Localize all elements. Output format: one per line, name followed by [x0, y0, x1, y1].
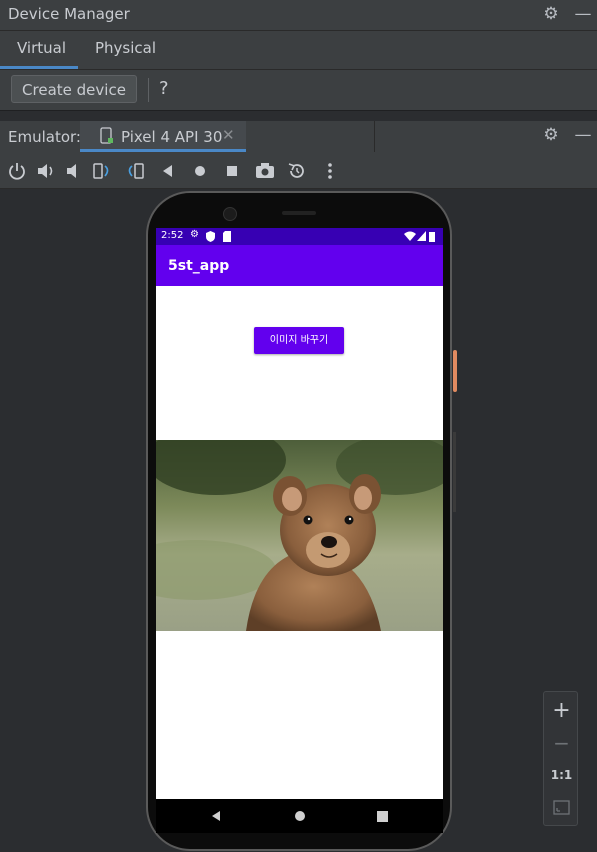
wifi-status-icon: [404, 231, 416, 241]
sd-card-status-icon: [223, 231, 231, 242]
create-device-button[interactable]: Create device: [11, 75, 137, 103]
settings-status-icon: ⚙: [190, 229, 199, 240]
back-icon[interactable]: [157, 160, 179, 182]
device-manager-header: Device Manager ⚙ —: [0, 0, 597, 31]
toolbar-divider: [148, 78, 149, 102]
volume-up-icon[interactable]: [35, 160, 57, 182]
rotate-right-icon[interactable]: [124, 160, 146, 182]
power-icon[interactable]: [6, 160, 28, 182]
actual-size-button[interactable]: 1:1: [544, 768, 579, 782]
gear-icon[interactable]: ⚙: [542, 5, 560, 23]
home-icon[interactable]: [189, 160, 211, 182]
change-image-button[interactable]: 이미지 바꾸기: [254, 327, 344, 354]
phone-nav-bar: [156, 799, 443, 833]
overview-icon[interactable]: [221, 160, 243, 182]
phone-screen[interactable]: 2:52 ⚙ 5st_app 이미지 바꾸기: [156, 228, 443, 799]
zoom-out-button[interactable]: −: [544, 731, 579, 755]
tab-virtual[interactable]: Virtual: [17, 39, 66, 57]
phone-volume-button[interactable]: [453, 432, 456, 512]
status-time: 2:52: [161, 230, 184, 241]
emulator-header: Emulator: Pixel 4 API 30 ✕ ⚙ —: [0, 121, 597, 152]
volume-down-icon[interactable]: [62, 160, 84, 182]
more-icon[interactable]: [319, 160, 341, 182]
nav-overview-icon[interactable]: [377, 811, 388, 822]
tab-pixel-4-api-30[interactable]: Pixel 4 API 30 ✕: [80, 121, 246, 152]
quokka-image: [156, 440, 443, 631]
emulator-label: Emulator:: [8, 128, 81, 146]
app-title: 5st_app: [168, 258, 230, 274]
close-tab-icon[interactable]: ✕: [222, 126, 235, 144]
nav-back-icon[interactable]: [210, 810, 222, 822]
minimize-icon[interactable]: —: [574, 5, 592, 23]
active-tab-indicator: [0, 66, 78, 69]
battery-status-icon: [429, 232, 435, 242]
device-manager-tabs: Virtual Physical: [0, 31, 597, 70]
earpiece-speaker: [282, 211, 316, 215]
shield-status-icon: [206, 231, 215, 242]
emulator-minimize-icon[interactable]: —: [574, 126, 592, 144]
help-button[interactable]: ?: [159, 78, 169, 99]
zoom-in-button[interactable]: +: [544, 698, 579, 723]
tab-physical[interactable]: Physical: [95, 39, 156, 57]
phone-power-button[interactable]: [453, 350, 457, 392]
snapshot-icon[interactable]: [286, 160, 308, 182]
status-bar: 2:52 ⚙: [156, 228, 443, 245]
screenshot-icon[interactable]: [254, 160, 276, 182]
zoom-controls: + − 1:1: [543, 691, 578, 826]
app-bar: 5st_app: [156, 245, 443, 286]
rotate-left-icon[interactable]: [91, 160, 113, 182]
emulator-tab-divider: [374, 121, 375, 152]
fit-screen-icon[interactable]: [553, 800, 570, 815]
nav-home-icon[interactable]: [294, 810, 306, 822]
front-camera: [223, 207, 237, 221]
device-icon: [100, 127, 113, 144]
device-manager-title: Device Manager: [8, 5, 130, 23]
signal-status-icon: [417, 231, 426, 241]
emulator-gear-icon[interactable]: ⚙: [542, 126, 560, 144]
emulator-tab-label: Pixel 4 API 30: [121, 128, 223, 146]
